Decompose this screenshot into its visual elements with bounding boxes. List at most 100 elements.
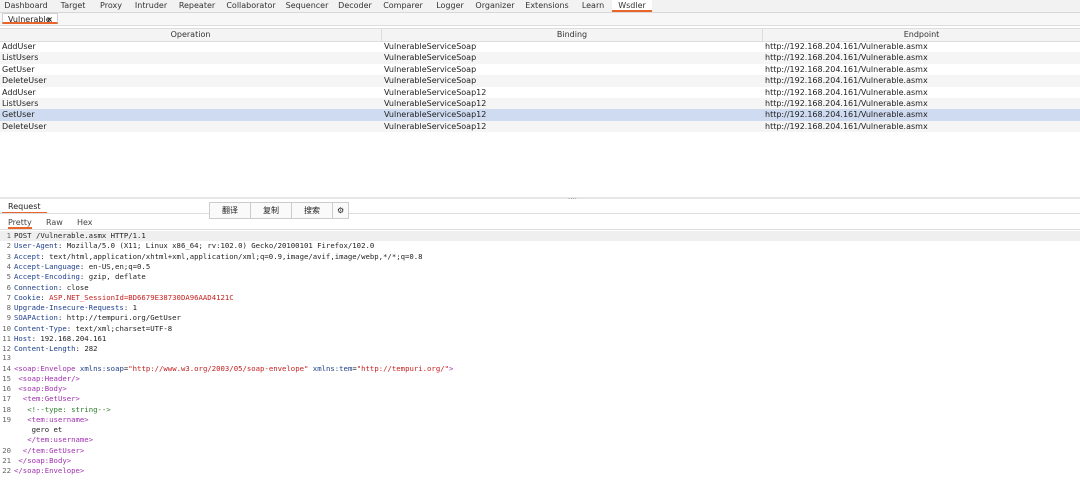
header-line: 8 Upgrade-Insecure-Requests: 1 bbox=[0, 303, 137, 313]
line-number: 6 bbox=[6, 282, 11, 292]
table-row[interactable]: DeleteUser VulnerableServiceSoap12 http://… bbox=[0, 120, 1080, 133]
view-tabs: Pretty Raw Hex bbox=[0, 217, 1080, 230]
header-value: en-US,en;q=0.5 bbox=[88, 261, 151, 271]
code-line-13: 13 bbox=[2, 353, 11, 362]
header-value: text/html,application/xhtml+xml,applicat… bbox=[49, 251, 423, 261]
cell-operation: ListUsers bbox=[2, 99, 39, 108]
cell-operation: DeleteUser bbox=[2, 121, 47, 131]
code-line-14: 14 <soap:Envelope xmlns:soap="http://www.… bbox=[2, 364, 454, 373]
header-line: 2 User-Agent: Mozilla/5.0 (X11; Linux x86… bbox=[0, 241, 375, 251]
tab-dashboard[interactable]: Dashboard bbox=[0, 0, 52, 12]
tab-proxy[interactable]: Proxy bbox=[94, 0, 128, 12]
column-header-binding[interactable]: Binding bbox=[382, 29, 763, 41]
header-name: Accept-Language bbox=[14, 261, 80, 271]
cell-endpoint: http://192.168.204.161/Vulnerable.asmx bbox=[765, 110, 928, 120]
xml-attr: xmlns:soap bbox=[79, 364, 124, 373]
tab-repeater[interactable]: Repeater bbox=[174, 0, 220, 12]
tab-wsdler[interactable]: Wsdler bbox=[612, 0, 652, 12]
cell-operation: GetUser bbox=[2, 64, 35, 74]
tab-target[interactable]: Target bbox=[54, 0, 92, 12]
tab-logger[interactable]: Logger bbox=[430, 0, 470, 12]
tab-raw[interactable]: Raw bbox=[46, 217, 63, 227]
header-line: 10 Content-Type: text/xml;charset=UTF-8 bbox=[0, 324, 172, 334]
code-line-18: 18 <!--type: string--> bbox=[2, 405, 111, 414]
xml-comment: <!--type: string--> bbox=[27, 405, 111, 414]
tab-pretty[interactable]: Pretty bbox=[8, 217, 32, 229]
xml-tag: <tem:username> bbox=[27, 415, 89, 424]
header-name: SOAPAction bbox=[14, 313, 58, 323]
table-row[interactable]: DeleteUser VulnerableServiceSoap http://19… bbox=[0, 75, 1080, 87]
table-row[interactable]: ListUsers VulnerableServiceSoap12 http://1… bbox=[0, 98, 1080, 110]
cell-operation: AddUser bbox=[2, 42, 36, 51]
top-tab-bar: Dashboard Target Proxy Intruder Repeater… bbox=[0, 0, 1080, 13]
column-header-endpoint[interactable]: Endpoint bbox=[763, 29, 1080, 41]
header-name: Accept bbox=[14, 251, 41, 261]
table-header: Operation Binding Endpoint bbox=[0, 28, 1080, 42]
header-value: close bbox=[66, 282, 89, 292]
cell-endpoint: http://192.168.204.161/Vulnerable.asmx bbox=[765, 99, 928, 108]
request-toolbar: 翻译 复制 搜索 ⚙ bbox=[209, 202, 350, 219]
cell-endpoint: http://192.168.204.161/Vulnerable.asmx bbox=[765, 42, 928, 51]
header-line: 5 Accept-Encoding: gzip, deflate bbox=[0, 272, 146, 282]
header-name: Content-Type bbox=[14, 323, 67, 333]
tab-learn[interactable]: Learn bbox=[576, 0, 610, 12]
tab-extensions[interactable]: Extensions bbox=[520, 0, 574, 12]
tab-collaborator[interactable]: Collaborator bbox=[222, 0, 280, 12]
xml-tag: </soap:Body> bbox=[18, 456, 72, 465]
tab-organizer[interactable]: Organizer bbox=[472, 0, 518, 12]
table-row[interactable]: AddUser VulnerableServiceSoap http://192.1… bbox=[0, 41, 1080, 52]
line-number: 3 bbox=[6, 251, 11, 261]
header-value: Mozilla/5.0 (X11; Linux x86_64; rv:102.0… bbox=[66, 241, 375, 251]
pane-splitter[interactable]: .... bbox=[0, 193, 1080, 201]
line-number: 9 bbox=[6, 313, 11, 323]
code-line-19: 19 <tem:username> bbox=[2, 415, 89, 424]
header-line: 9 SOAPAction: http://tempuri.org/GetUser bbox=[0, 313, 181, 323]
header-value: ASP.NET_SessionId=BD6679E38730DA96AAD412… bbox=[49, 292, 234, 302]
xml-tag-end: > bbox=[449, 364, 454, 373]
cell-endpoint: http://192.168.204.161/Vulnerable.asmx bbox=[765, 87, 928, 97]
xml-attr-value: "http://www.w3.org/2003/05/soap-envelope… bbox=[128, 364, 309, 373]
header-name: Upgrade-Insecure-Requests bbox=[14, 303, 124, 313]
header-name: Connection bbox=[14, 282, 58, 292]
xml-attr-value: "http://tempuri.org/" bbox=[356, 364, 450, 373]
column-header-operation[interactable]: Operation bbox=[0, 29, 382, 41]
header-value: gzip, deflate bbox=[88, 272, 146, 282]
header-line: 11 Host: 192.168.204.161 bbox=[0, 334, 106, 344]
cell-binding: VulnerableServiceSoap12 bbox=[384, 87, 487, 97]
header-name: Accept-Encoding bbox=[14, 272, 80, 282]
tab-hex[interactable]: Hex bbox=[77, 217, 93, 227]
cell-binding: VulnerableServiceSoap12 bbox=[384, 99, 487, 108]
splitter-grip: .... bbox=[568, 193, 577, 201]
table-row[interactable]: GetUser VulnerableServiceSoap http://192.1… bbox=[0, 64, 1080, 75]
cell-endpoint: http://192.168.204.161/Vulnerable.asmx bbox=[765, 64, 928, 74]
tab-intruder[interactable]: Intruder bbox=[130, 0, 172, 12]
header-value: http://tempuri.org/GetUser bbox=[66, 313, 181, 323]
cell-operation: GetUser bbox=[2, 110, 35, 120]
header-value: text/xml;charset=UTF-8 bbox=[75, 323, 173, 333]
table-row[interactable]: GetUser VulnerableServiceSoap12 http://192… bbox=[0, 109, 1080, 121]
code-line-15: 15 <soap:Header/> bbox=[2, 374, 80, 383]
tab-sequencer[interactable]: Sequencer bbox=[282, 0, 332, 12]
line-number: 10 bbox=[2, 323, 11, 333]
cell-endpoint: http://192.168.204.161/Vulnerable.asmx bbox=[765, 76, 928, 86]
request-line: 1 POST /Vulnerable.asmx HTTP/1.1 bbox=[0, 231, 1080, 241]
cell-operation: AddUser bbox=[2, 87, 36, 97]
request-line-text: POST /Vulnerable.asmx HTTP/1.1 bbox=[14, 231, 146, 240]
code-line-19-value: gero et bbox=[0, 425, 63, 435]
tab-vulnerable[interactable]: Vulnerable × bbox=[2, 13, 58, 24]
xml-tag: </tem:username> bbox=[27, 435, 94, 444]
xml-tag: <soap:Header/> bbox=[18, 374, 80, 383]
table-row[interactable]: AddUser VulnerableServiceSoap12 http://192… bbox=[0, 87, 1080, 98]
header-name: Host bbox=[14, 334, 32, 343]
sub-tab-bar: Vulnerable × bbox=[0, 13, 1080, 26]
xml-tag: </tem:GetUser> bbox=[22, 446, 85, 455]
table-row[interactable]: ListUsers VulnerableServiceSoap http://192… bbox=[0, 52, 1080, 64]
cell-endpoint: http://192.168.204.161/Vulnerable.asmx bbox=[765, 121, 928, 131]
divider bbox=[0, 213, 1080, 214]
cell-binding: VulnerableServiceSoap bbox=[384, 42, 477, 51]
header-value: 1 bbox=[132, 303, 138, 313]
tab-comparer[interactable]: Comparer bbox=[380, 0, 426, 12]
tab-decoder[interactable]: Decoder bbox=[334, 0, 376, 12]
close-icon[interactable]: × bbox=[46, 14, 53, 25]
header-value: 282 bbox=[84, 344, 98, 354]
